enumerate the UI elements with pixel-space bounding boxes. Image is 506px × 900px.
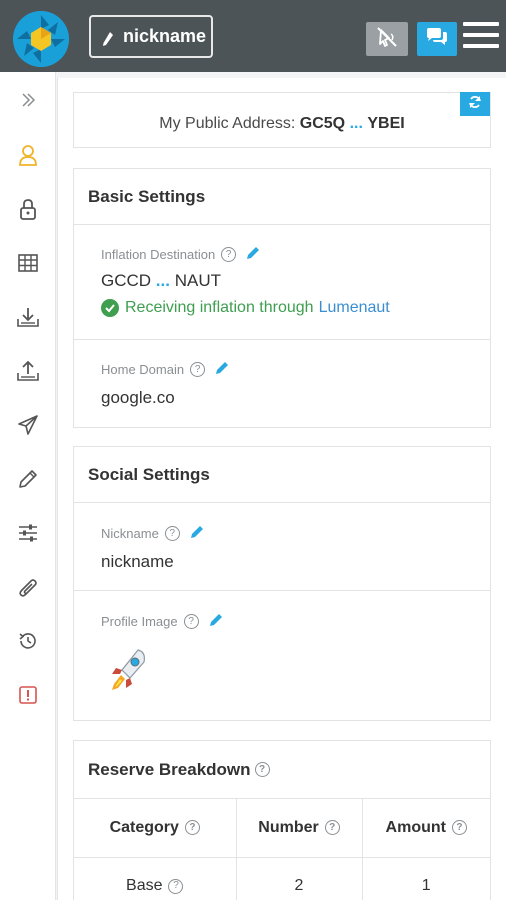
table-cell-category: Base? — [74, 857, 237, 900]
inflation-status: Receiving inflation through Lumenaut — [101, 299, 490, 317]
edit-pencil-icon[interactable] — [215, 361, 229, 378]
inflation-destination-value: GCCD ... NAUT — [101, 271, 490, 291]
pencil-icon[interactable] — [16, 467, 40, 491]
refresh-icon — [468, 95, 482, 114]
home-domain-field: Home Domain ? google.co — [74, 340, 490, 427]
main-content: My Public Address: GC5Q ... YBEI Basic S… — [57, 78, 506, 900]
menu-icon[interactable] — [463, 22, 499, 52]
help-icon[interactable]: ? — [183, 614, 199, 629]
column-header-number: Number? — [236, 799, 363, 858]
help-icon[interactable]: ? — [324, 820, 340, 836]
inflation-status-text: Receiving inflation through — [125, 299, 314, 316]
help-icon[interactable]: ? — [164, 526, 180, 541]
lock-icon[interactable] — [16, 197, 40, 221]
send-icon[interactable] — [16, 359, 40, 383]
public-address-label: My Public Address: — [159, 115, 296, 132]
sliders-icon[interactable] — [16, 521, 40, 545]
mute-button[interactable] — [366, 22, 408, 56]
column-header-category: Category? — [74, 799, 237, 858]
nickname-field: Nickname ? nickname — [74, 503, 490, 591]
profile-image-field: Profile Image ? — [74, 591, 490, 720]
reserve-breakdown-header: Reserve Breakdown ? — [74, 741, 490, 799]
public-address: My Public Address: GC5Q ... YBEI — [74, 115, 490, 133]
home-domain-label: Home Domain — [101, 362, 185, 377]
public-address-end: YBEI — [367, 115, 405, 132]
help-icon[interactable]: ? — [254, 762, 270, 777]
mute-icon — [375, 26, 399, 53]
basic-settings-title: Basic Settings — [74, 169, 490, 225]
table-header-row: Category? Number? Amount? — [74, 799, 490, 858]
top-bar: nickname — [0, 0, 506, 72]
edit-pencil-icon[interactable] — [190, 525, 204, 542]
receive-icon[interactable] — [16, 305, 40, 329]
help-icon[interactable]: ? — [221, 247, 237, 262]
reserve-breakdown-panel: Reserve Breakdown ? Category? Number? Am… — [73, 740, 491, 900]
edit-pencil-icon[interactable] — [246, 246, 260, 263]
help-icon[interactable]: ? — [184, 820, 200, 836]
help-icon[interactable]: ? — [168, 878, 184, 894]
nickname-label: Nickname — [101, 526, 159, 541]
table-cell-number: 2 — [236, 857, 363, 900]
paper-plane-icon[interactable] — [16, 413, 40, 437]
social-settings-panel: Social Settings Nickname ? nickname Prof… — [73, 446, 491, 721]
rocket-icon — [108, 648, 490, 699]
pencil-icon — [103, 30, 113, 46]
public-address-start: GC5Q — [299, 115, 346, 132]
edit-pencil-icon[interactable] — [209, 613, 223, 630]
profile-image-label: Profile Image — [101, 614, 178, 629]
lumenaut-link[interactable]: Lumenaut — [319, 299, 390, 317]
logo-icon[interactable] — [13, 11, 69, 67]
inflation-address-start: GCCD — [101, 271, 152, 290]
chat-button[interactable] — [417, 22, 457, 56]
sidebar — [0, 72, 56, 900]
table-cell-amount: 1 — [362, 857, 490, 900]
nickname-value: nickname — [101, 552, 174, 571]
public-address-dots[interactable]: ... — [350, 115, 363, 132]
reserve-breakdown-title: Reserve Breakdown — [88, 759, 251, 779]
user-icon[interactable] — [16, 143, 40, 167]
home-domain-value: google.co — [101, 388, 175, 407]
inflation-destination-field: Inflation Destination ? GCCD ... NAUT Re… — [74, 225, 490, 340]
help-icon[interactable]: ? — [190, 362, 206, 377]
table-row: Base? 2 1 — [74, 857, 490, 900]
nickname-button-label: nickname — [123, 26, 207, 46]
reserve-table: Category? Number? Amount? Base? 2 1 — [74, 799, 490, 900]
check-circle-icon — [101, 299, 119, 317]
public-address-panel: My Public Address: GC5Q ... YBEI — [73, 92, 491, 148]
expand-icon[interactable] — [16, 88, 40, 112]
help-icon[interactable]: ? — [451, 820, 467, 836]
social-settings-title: Social Settings — [74, 447, 490, 503]
table-icon[interactable] — [16, 251, 40, 275]
paperclip-icon[interactable] — [16, 575, 40, 599]
inflation-address-dots[interactable]: ... — [156, 271, 170, 290]
nickname-button[interactable]: nickname — [89, 15, 213, 58]
inflation-address-end: NAUT — [174, 271, 221, 290]
column-header-amount: Amount? — [362, 799, 490, 858]
basic-settings-panel: Basic Settings Inflation Destination ? G… — [73, 168, 491, 428]
chat-icon — [425, 27, 449, 52]
refresh-button[interactable] — [460, 92, 490, 116]
alert-icon[interactable] — [16, 683, 40, 707]
inflation-destination-label: Inflation Destination — [101, 247, 216, 262]
history-icon[interactable] — [16, 629, 40, 653]
